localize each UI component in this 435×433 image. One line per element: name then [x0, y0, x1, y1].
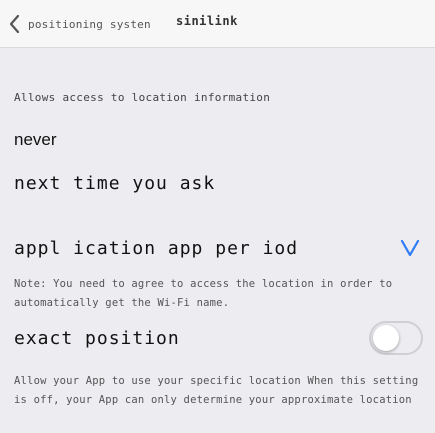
option-label: appl ication app per iod	[14, 237, 299, 259]
checkmark-icon	[400, 239, 420, 257]
exact-position-row: exact position	[0, 316, 435, 360]
option-never[interactable]: never	[0, 120, 435, 160]
exact-position-label: exact position	[14, 327, 180, 349]
option-next-time-you-ask[interactable]: next time you ask	[0, 163, 435, 203]
navigation-bar: positioning systen sinilink	[0, 0, 435, 48]
page-title: sinilink	[176, 14, 238, 28]
option-application-app-period[interactable]: appl ication app per iod	[0, 228, 435, 268]
toggle-knob	[373, 325, 399, 351]
option-label: never	[14, 130, 57, 149]
chevron-left-icon	[9, 14, 20, 34]
location-note: Note: You need to agree to access the lo…	[14, 278, 393, 309]
option-label: next time you ask	[14, 172, 216, 194]
back-button[interactable]: positioning systen	[6, 12, 151, 36]
section-header: Allows access to location information	[14, 91, 271, 104]
back-label: positioning systen	[28, 17, 151, 31]
exact-position-description: Allow your App to use your specific loca…	[14, 375, 419, 406]
exact-position-toggle[interactable]	[369, 321, 423, 355]
